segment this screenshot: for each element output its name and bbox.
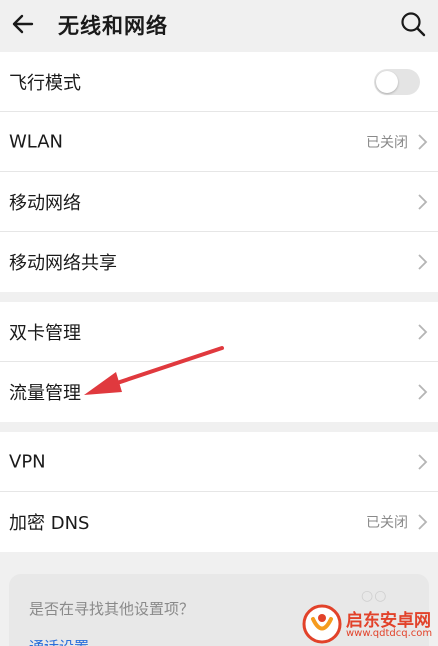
settings-group-sim: 双卡管理 流量管理 [0, 302, 438, 422]
private-dns-row[interactable]: 加密 DNS 已关闭 [0, 492, 438, 552]
vpn-row[interactable]: VPN [0, 432, 438, 492]
airplane-mode-label: 飞行模式 [9, 72, 81, 94]
call-settings-link[interactable]: 通话设置 [29, 636, 89, 646]
chevron-right-icon [418, 514, 428, 530]
watermark: 启东安卓网 www.qdtdcq.com [298, 600, 438, 646]
data-usage-row[interactable]: 流量管理 [0, 362, 438, 422]
dual-sim-row[interactable]: 双卡管理 [0, 302, 438, 362]
app-header: 无线和网络 [0, 0, 438, 52]
wlan-label: WLAN [9, 131, 64, 152]
watermark-url: www.qdtdcq.com [346, 628, 433, 639]
chevron-right-icon [418, 193, 428, 210]
page-title: 无线和网络 [58, 14, 168, 38]
vpn-label: VPN [9, 451, 46, 472]
dual-sim-label: 双卡管理 [9, 322, 81, 344]
mobile-network-label: 移动网络 [9, 192, 81, 214]
wlan-status: 已关闭 [366, 134, 408, 151]
wlan-row[interactable]: WLAN 已关闭 [0, 112, 438, 172]
watermark-logo-icon [302, 604, 342, 644]
suggestion-question: 是否在寻找其他设置项？ [29, 600, 195, 618]
tethering-label: 移动网络共享 [9, 253, 117, 274]
toggle-knob [376, 70, 398, 93]
search-icon[interactable] [398, 9, 428, 39]
chevron-right-icon [418, 453, 428, 470]
airplane-mode-row[interactable]: 飞行模式 [0, 52, 438, 112]
mobile-network-row[interactable]: 移动网络 [0, 172, 438, 232]
tethering-row[interactable]: 移动网络共享 [0, 232, 438, 292]
chevron-right-icon [418, 133, 428, 150]
settings-group-vpn: VPN 加密 DNS 已关闭 [0, 432, 438, 552]
chevron-right-icon [418, 323, 428, 340]
airplane-mode-toggle[interactable] [374, 68, 420, 95]
chevron-right-icon [418, 254, 428, 270]
settings-group-network: 飞行模式 WLAN 已关闭 移动网络 移动网络共享 [0, 52, 438, 292]
data-usage-label: 流量管理 [9, 383, 81, 404]
back-arrow-icon[interactable] [8, 9, 38, 39]
chevron-right-icon [418, 384, 428, 400]
private-dns-label: 加密 DNS [9, 513, 90, 534]
private-dns-status: 已关闭 [366, 515, 408, 531]
